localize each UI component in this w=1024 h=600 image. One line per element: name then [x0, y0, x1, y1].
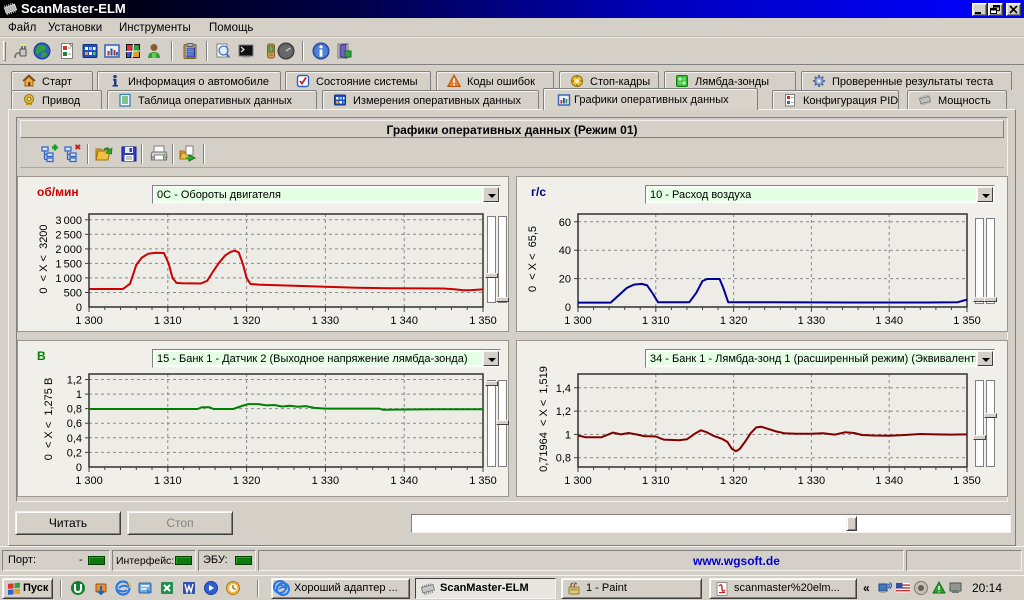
svg-text:1 330: 1 330 — [798, 475, 826, 487]
svg-text:60: 60 — [559, 217, 571, 229]
svg-text:1 310: 1 310 — [154, 475, 182, 487]
svg-text:1 350: 1 350 — [469, 475, 497, 487]
svg-text:1: 1 — [76, 389, 82, 401]
svg-text:1 340: 1 340 — [875, 315, 903, 327]
svg-text:20: 20 — [559, 274, 571, 286]
svg-text:1 350: 1 350 — [953, 475, 981, 487]
svg-text:1,2: 1,2 — [67, 375, 82, 387]
svg-text:1 320: 1 320 — [720, 475, 748, 487]
svg-text:0: 0 — [76, 462, 82, 474]
svg-text:0,2: 0,2 — [67, 447, 82, 459]
svg-text:1 330: 1 330 — [312, 315, 340, 327]
svg-text:1 310: 1 310 — [642, 315, 670, 327]
svg-text:1 340: 1 340 — [390, 315, 418, 327]
svg-text:2 500: 2 500 — [55, 229, 82, 241]
svg-text:1 320: 1 320 — [720, 315, 748, 327]
svg-text:1 300: 1 300 — [564, 475, 592, 487]
svg-text:1 300: 1 300 — [75, 315, 103, 327]
svg-text:1 320: 1 320 — [233, 475, 261, 487]
svg-text:1,2: 1,2 — [556, 406, 571, 418]
svg-text:0,8: 0,8 — [556, 453, 571, 465]
svg-text:1 500: 1 500 — [55, 258, 82, 270]
svg-text:0,8: 0,8 — [67, 404, 82, 416]
svg-text:1 350: 1 350 — [953, 315, 981, 327]
svg-text:1 330: 1 330 — [312, 475, 340, 487]
svg-text:1 350: 1 350 — [469, 315, 497, 327]
svg-text:2 000: 2 000 — [55, 244, 82, 256]
svg-text:40: 40 — [559, 245, 571, 257]
svg-text:1 300: 1 300 — [75, 475, 103, 487]
svg-text:0: 0 — [76, 302, 82, 314]
svg-text:1,4: 1,4 — [556, 383, 571, 395]
svg-text:1 330: 1 330 — [798, 315, 826, 327]
svg-text:0,4: 0,4 — [67, 433, 82, 445]
svg-text:1 000: 1 000 — [55, 273, 82, 285]
svg-text:1 320: 1 320 — [233, 315, 261, 327]
svg-text:3 000: 3 000 — [55, 215, 82, 227]
svg-text:0,6: 0,6 — [67, 418, 82, 430]
svg-text:1 300: 1 300 — [564, 315, 592, 327]
svg-text:0: 0 — [565, 302, 571, 314]
svg-text:1 340: 1 340 — [390, 475, 418, 487]
svg-text:1 310: 1 310 — [642, 475, 670, 487]
svg-text:1: 1 — [565, 429, 571, 441]
svg-text:1 340: 1 340 — [875, 475, 903, 487]
svg-text:500: 500 — [64, 288, 82, 300]
svg-text:1 310: 1 310 — [154, 315, 182, 327]
